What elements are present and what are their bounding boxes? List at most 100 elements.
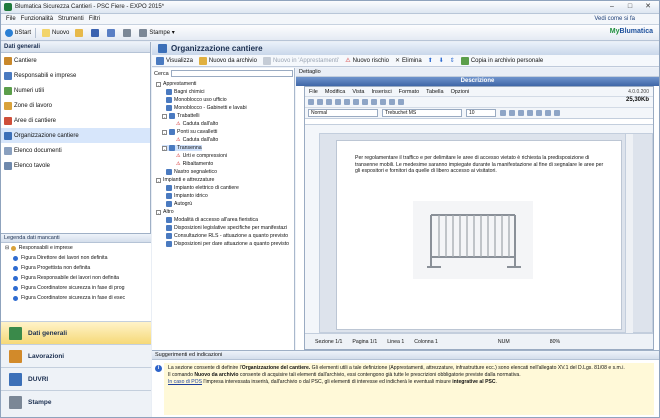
font-size-select[interactable]: 10 [466,109,496,117]
tree-node[interactable]: - Trabattelli [162,113,200,119]
menu-file[interactable]: File [6,16,16,22]
sidebar-item-documenti[interactable]: Elenco documenti [1,143,150,158]
elimina-button[interactable]: ✕ Elimina [393,56,424,66]
tree-node[interactable]: - Apprestamenti [156,81,196,87]
sidebar-item-numeri[interactable]: Numeri utili [1,83,150,98]
italic-icon[interactable] [509,110,515,116]
new-icon[interactable] [308,99,314,105]
nav-duvri[interactable]: DUVRI [1,367,151,390]
tree-node[interactable]: Monoblocco - Gabinetti e lavabi [166,105,247,111]
legend-row-label: Figura Responsabile dei lavori non defin… [21,275,120,281]
tree-node[interactable]: Autogrù [166,201,192,207]
tree-node[interactable]: ⚠ Ribaltamento [176,161,213,167]
tree-node[interactable]: ⚠ Caduta dall'alto [176,121,218,127]
tree-node[interactable]: ⚠ Urti e compressioni [176,153,227,159]
print-button[interactable] [121,27,135,39]
vertical-scrollbar[interactable] [625,134,633,334]
save-button[interactable] [89,27,103,39]
menu-strumenti[interactable]: Strumenti [58,16,84,22]
menu-funzionalita[interactable]: Funzionalità [21,16,53,22]
redo-icon[interactable] [380,99,386,105]
font-select[interactable]: Trebuchet MS [382,109,462,117]
nuovo-archivio-button[interactable]: Nuovo da archivio [197,56,259,66]
help-link[interactable]: Vedi come si fa [594,16,635,22]
editor-menu-opzioni[interactable]: Opzioni [451,89,470,95]
copy-icon[interactable] [353,99,359,105]
tree-node[interactable]: Bagni chimici [166,89,205,95]
legend-row[interactable]: Figura Coordinatore sicurezza in fase di… [1,293,151,303]
copia-archivio-button[interactable]: Copia in archivio personale [459,56,545,66]
legend-row[interactable]: Figura Direttore dei lavori non definita [1,253,151,263]
editor-menu-inserisci[interactable]: Inserisci [372,89,392,95]
document-page[interactable]: Per regolamentare il traffico e per deli… [336,140,622,330]
zoom-level[interactable]: 80% [550,339,560,345]
cut-icon[interactable] [344,99,350,105]
legend-group[interactable]: ⊟ Responsabili e imprese [1,243,151,253]
maximize-button[interactable]: □ [621,2,639,12]
table-icon[interactable] [389,99,395,105]
legend-row[interactable]: Figura Coordinatore sicurezza in fase di… [1,283,151,293]
tree-node[interactable]: ⚠ Caduta dall'alto [176,137,218,143]
move-up-button[interactable]: ⬆ [426,56,435,66]
align-right-icon[interactable] [545,110,551,116]
print-icon[interactable] [335,99,341,105]
bstart-button[interactable]: bStart [3,27,33,39]
nav-dati-generali[interactable]: Dati generali [1,321,151,344]
justify-icon[interactable] [554,110,560,116]
warning-icon: ⚠ [176,121,181,127]
tree-node[interactable]: - Altro [156,209,174,215]
tree-node[interactable]: - Impianti e attrezzature [156,177,214,183]
tree-node[interactable]: - Ponti su cavalletti [162,129,217,135]
underline-icon[interactable] [518,110,524,116]
move-down-button[interactable]: ⬇ [437,56,446,66]
sidebar-item-responsabili[interactable]: Responsabili e imprese [1,68,150,83]
align-center-icon[interactable] [536,110,542,116]
nav-stampe[interactable]: Stampe [1,390,151,413]
editor-menu-tabella[interactable]: Tabella [426,89,443,95]
menu-filtri[interactable]: Filtri [89,16,100,22]
tree-node[interactable]: Nastro segnaletico [166,169,217,175]
tree-node[interactable]: Consultazione RLS - attuazione a quanto … [166,233,288,239]
editor-menu-modifica[interactable]: Modifica [325,89,345,95]
expand-button[interactable]: ⇕ [448,56,457,66]
search-input[interactable] [171,70,293,77]
image-icon[interactable] [398,99,404,105]
nav-lavorazioni[interactable]: Lavorazioni [1,344,151,367]
tree-node[interactable]: - Transenna [162,145,202,151]
editor-menu-file[interactable]: File [309,89,318,95]
nuovo-button[interactable]: Nuovo [40,27,71,39]
open-icon[interactable] [317,99,323,105]
legend-row[interactable]: Figura Responsabile dei lavori non defin… [1,273,151,283]
sidebar-item-zone[interactable]: Zone di lavoro [1,98,150,113]
sidebar-item-aree[interactable]: Aree di cantiere [1,113,150,128]
minimize-button[interactable]: – [603,2,621,12]
align-left-icon[interactable] [527,110,533,116]
save-all-button[interactable] [105,27,119,39]
tree-node[interactable]: Impianto elettrico di cantiere [166,185,239,191]
paste-icon[interactable] [362,99,368,105]
sidebar-item-organizzazione[interactable]: Organizzazione cantiere [1,128,150,143]
sidebar-item-tavole[interactable]: Elenco tavole [1,158,150,173]
tree-node[interactable]: Disposizioni per dare attuazione a quant… [166,241,289,247]
undo-icon[interactable] [371,99,377,105]
tree-node[interactable]: Monoblocco uso ufficio [166,97,227,103]
tree-node[interactable]: Disposizioni legislative specifiche per … [166,225,287,231]
close-button[interactable]: ✕ [639,2,657,12]
legend-row[interactable]: Figura Progettista non definita [1,263,151,273]
nuovo-rischio-button[interactable]: ⚠ Nuovo rischio [343,56,391,66]
tree-node[interactable]: Modalità di accesso all'area fieristica [166,217,258,223]
stampe-button[interactable]: Stampe ▾ [137,27,176,39]
open-button[interactable] [73,27,87,39]
visualizza-button[interactable]: Visualizza [154,56,195,66]
document-text[interactable]: Per regolamentare il traffico e per deli… [355,155,605,175]
tree-node[interactable]: Impianto idrico [166,193,208,199]
nuovo-apprestamenti-button[interactable]: Nuovo in 'Apprestamenti' [261,56,341,66]
editor-menu-vista[interactable]: Vista [352,89,364,95]
style-select[interactable]: Normal [308,109,378,117]
save-icon[interactable] [326,99,332,105]
pos-link[interactable]: In caso di POS [168,379,202,385]
editor-menu-formato[interactable]: Formato [399,89,419,95]
tree-label: Impianti e attrezzature [163,177,215,183]
bold-icon[interactable] [500,110,506,116]
sidebar-item-cantiere[interactable]: Cantiere [1,53,150,68]
